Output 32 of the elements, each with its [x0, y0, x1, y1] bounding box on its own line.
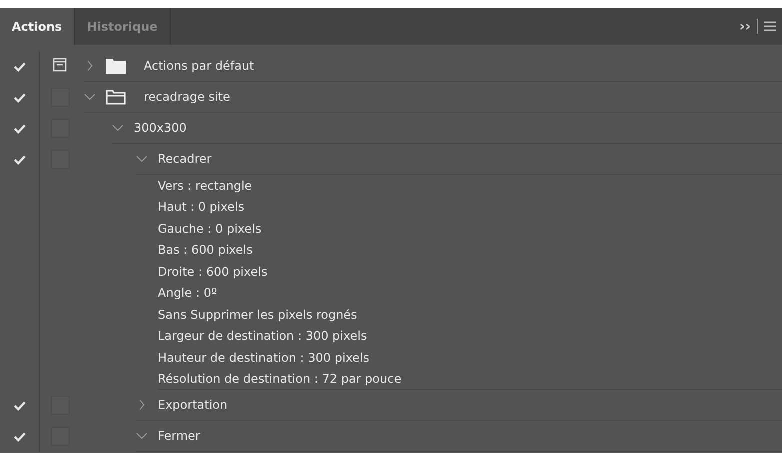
checkmark-icon[interactable] [14, 400, 26, 410]
checkmark-icon[interactable] [14, 154, 26, 164]
checkmark-icon[interactable] [14, 432, 26, 442]
command-parameter: Droite : 600 pixels [158, 264, 268, 279]
command-parameter: Angle : 0º [158, 286, 218, 300]
command-parameter: Résolution de destination : 72 par pouce [158, 372, 402, 386]
panel-tab[interactable]: Actions [0, 8, 76, 45]
command-name[interactable]: Fermer [158, 429, 200, 443]
dialog-icon[interactable] [53, 58, 67, 72]
command-parameter: Largeur de destination : 300 pixels [158, 329, 368, 344]
checkmark-icon[interactable] [14, 62, 26, 72]
command-parameter: Hauteur de destination : 300 pixels [158, 350, 370, 365]
command-parameter: Vers : rectangle [158, 178, 252, 193]
checkmark-icon[interactable] [14, 124, 26, 134]
menu-icon[interactable] [764, 21, 776, 32]
overflow-button[interactable]: ›› [739, 18, 751, 34]
action-set-name[interactable]: recadrage site [144, 90, 230, 104]
action-name[interactable]: 300x300 [134, 121, 187, 135]
command-name[interactable]: Exportation [158, 398, 228, 412]
chevron-down-icon[interactable] [136, 430, 148, 442]
command-parameter: Sans Supprimer les pixels rognés [158, 308, 358, 322]
command-name[interactable]: Recadrer [158, 152, 212, 166]
chevron-down-icon[interactable] [136, 153, 148, 165]
command-parameter: Gauche : 0 pixels [158, 222, 262, 236]
chevron-down-icon[interactable] [112, 122, 124, 134]
folder-icon [106, 58, 126, 74]
open-folder-icon [106, 90, 126, 104]
checkmark-icon[interactable] [14, 92, 26, 102]
chevron-down-icon[interactable] [84, 91, 96, 103]
command-parameter: Bas : 600 pixels [158, 243, 253, 258]
command-parameter: Haut : 0 pixels [158, 200, 244, 214]
action-set-name[interactable]: Actions par défaut [144, 59, 254, 73]
